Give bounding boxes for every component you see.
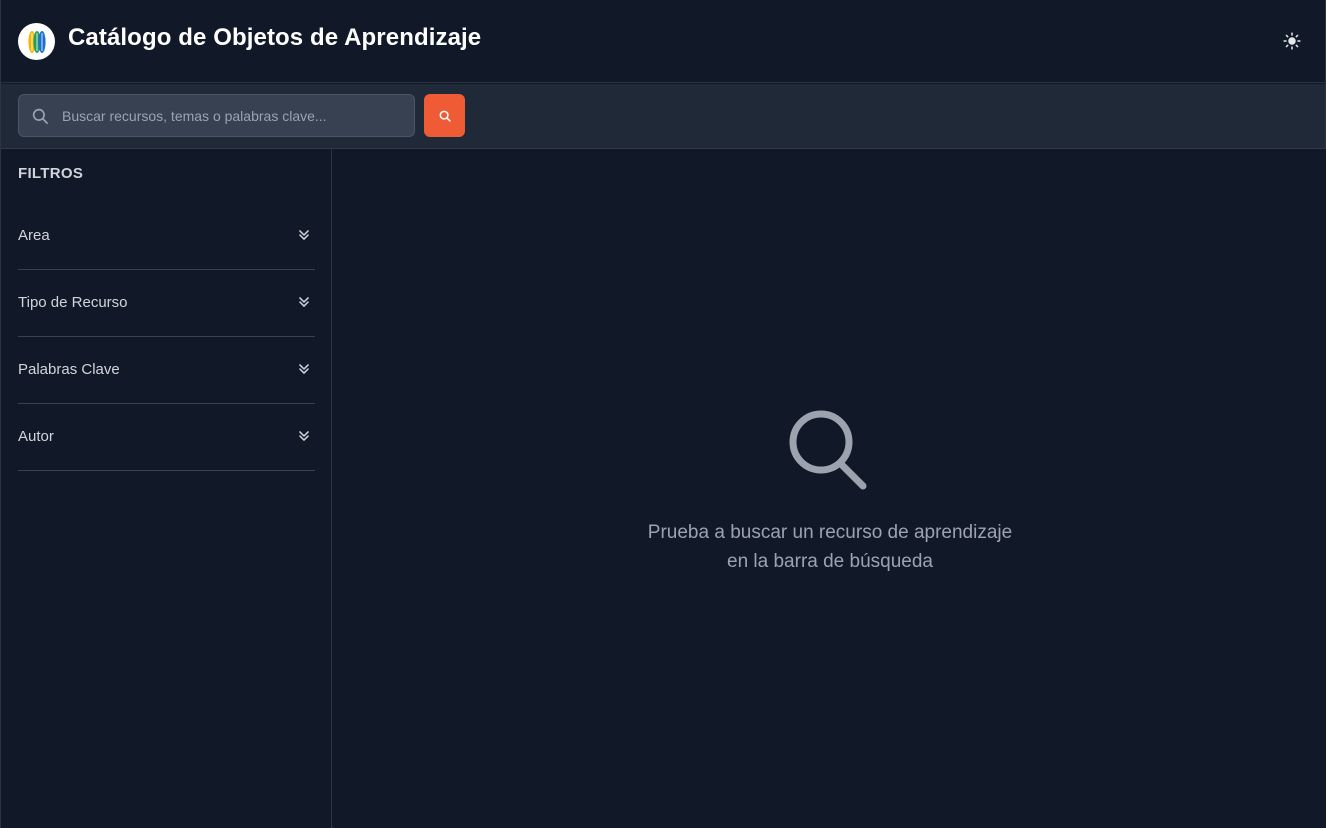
- filters-title: FILTROS: [18, 165, 84, 182]
- filter-label: Palabras Clave: [18, 361, 120, 378]
- app-header: Catálogo de Objetos de Aprendizaje: [1, 0, 1325, 83]
- empty-state-message: Prueba a buscar un recurso de aprendizaj…: [333, 518, 1326, 576]
- app-window: Catálogo de Objetos de Aprendizaje Busca…: [0, 0, 1326, 828]
- filter-list: Area Tipo de Recurso Palabras Clave Auto…: [18, 203, 315, 471]
- leaves-logo-icon: [18, 23, 55, 60]
- chevrons-down-icon: [299, 230, 309, 240]
- results-area: Prueba a buscar un recurso de aprendizaj…: [333, 149, 1326, 828]
- magnifier-icon: [789, 410, 867, 490]
- chevrons-down-icon: [299, 297, 309, 307]
- filter-area[interactable]: Area: [18, 203, 315, 270]
- sun-icon: [1283, 32, 1301, 50]
- page-title: Catálogo de Objetos de Aprendizaje: [68, 24, 482, 51]
- filter-palabras-clave[interactable]: Palabras Clave: [18, 337, 315, 404]
- search-bar: [1, 84, 1325, 149]
- search-button[interactable]: [424, 94, 465, 137]
- filter-label: Area: [18, 227, 50, 244]
- search-icon: [439, 110, 451, 122]
- filter-autor[interactable]: Autor: [18, 404, 315, 471]
- chevrons-down-icon: [299, 364, 309, 374]
- search-input[interactable]: [60, 95, 410, 136]
- search-box[interactable]: [18, 94, 415, 137]
- search-icon: [32, 108, 48, 124]
- theme-toggle-button[interactable]: [1281, 30, 1303, 52]
- empty-state-line-1: Prueba a buscar un recurso de aprendizaj…: [647, 522, 1013, 543]
- filter-tipo-de-recurso[interactable]: Tipo de Recurso: [18, 270, 315, 337]
- chevrons-down-icon: [299, 431, 309, 441]
- filter-label: Autor: [18, 428, 54, 445]
- empty-state-line-2: en la barra de búsqueda: [727, 551, 933, 572]
- filters-sidebar: FILTROS Area Tipo de Recurso Palabras Cl…: [1, 149, 332, 828]
- filter-label: Tipo de Recurso: [18, 294, 128, 311]
